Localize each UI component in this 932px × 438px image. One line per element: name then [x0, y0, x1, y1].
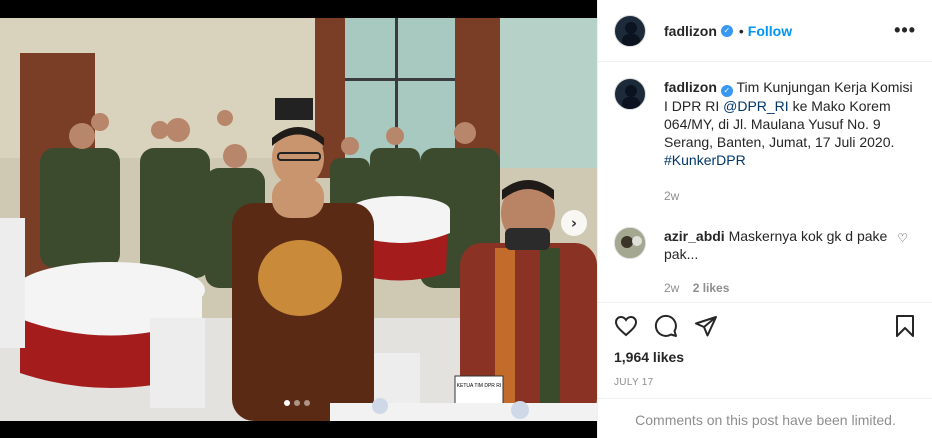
comment-avatar[interactable]	[614, 227, 646, 259]
post-panel: fadlizon ✓ • Follow ••• fadlizon ✓ Tim Ku…	[597, 0, 932, 438]
mention-link[interactable]: @DPR_RI	[723, 98, 789, 114]
more-options-icon[interactable]: •••	[894, 20, 916, 41]
post-header: fadlizon ✓ • Follow •••	[598, 0, 932, 62]
banner-text: KETUA TIM DPR RI	[457, 383, 502, 389]
caption-body: fadlizon ✓ Tim Kunjungan Kerja Komisi I D…	[664, 78, 914, 205]
caption-username[interactable]: fadlizon	[664, 79, 717, 95]
post-date[interactable]: July 17	[614, 377, 917, 388]
post-actions: 1,964 likes July 17	[598, 302, 932, 388]
comment-username[interactable]: azir_abdi	[664, 228, 725, 244]
carousel-dot-active	[284, 400, 290, 406]
verified-badge-icon: ✓	[720, 24, 733, 37]
username-link[interactable]: fadlizon	[664, 23, 717, 39]
verified-badge-icon: ✓	[720, 85, 733, 97]
carousel-dot	[304, 400, 310, 406]
share-icon[interactable]	[694, 314, 718, 343]
hashtag-link[interactable]: #KunkerDPR	[664, 152, 746, 168]
heart-icon[interactable]	[614, 314, 638, 343]
carousel-dots	[284, 400, 310, 406]
comment-item: azir_abdi Maskernya kok gk d pake pak...…	[614, 227, 916, 297]
likes-count[interactable]: 1,964 likes	[614, 349, 917, 365]
bookmark-icon[interactable]	[893, 314, 917, 343]
comments-list: fadlizon ✓ Tim Kunjungan Kerja Komisi I D…	[598, 62, 932, 302]
chevron-right-icon[interactable]: ›	[561, 210, 587, 236]
comments-limited-notice: Comments on this post have been limited.	[598, 398, 932, 438]
comment-icon[interactable]	[654, 314, 678, 343]
comment-likes[interactable]: 2 likes	[693, 281, 730, 295]
post-photo[interactable]: KETUA TIM DPR RI ›	[0, 18, 597, 421]
separator-dot: •	[738, 22, 744, 39]
caption-avatar[interactable]	[614, 78, 646, 110]
follow-button[interactable]: Follow	[748, 23, 792, 39]
caption-time[interactable]: 2w	[664, 187, 914, 205]
comment-time[interactable]: 2w	[664, 281, 679, 295]
photo-image: KETUA TIM DPR RI	[0, 18, 597, 421]
caption: fadlizon ✓ Tim Kunjungan Kerja Komisi I D…	[614, 78, 916, 205]
avatar[interactable]	[614, 14, 646, 47]
heart-icon[interactable]: ♡	[897, 231, 908, 245]
comment-body: azir_abdi Maskernya kok gk d pake pak...…	[664, 227, 894, 297]
comment-meta: 2w 2 likes	[664, 279, 894, 297]
carousel-dot	[294, 400, 300, 406]
action-icons	[614, 313, 917, 343]
